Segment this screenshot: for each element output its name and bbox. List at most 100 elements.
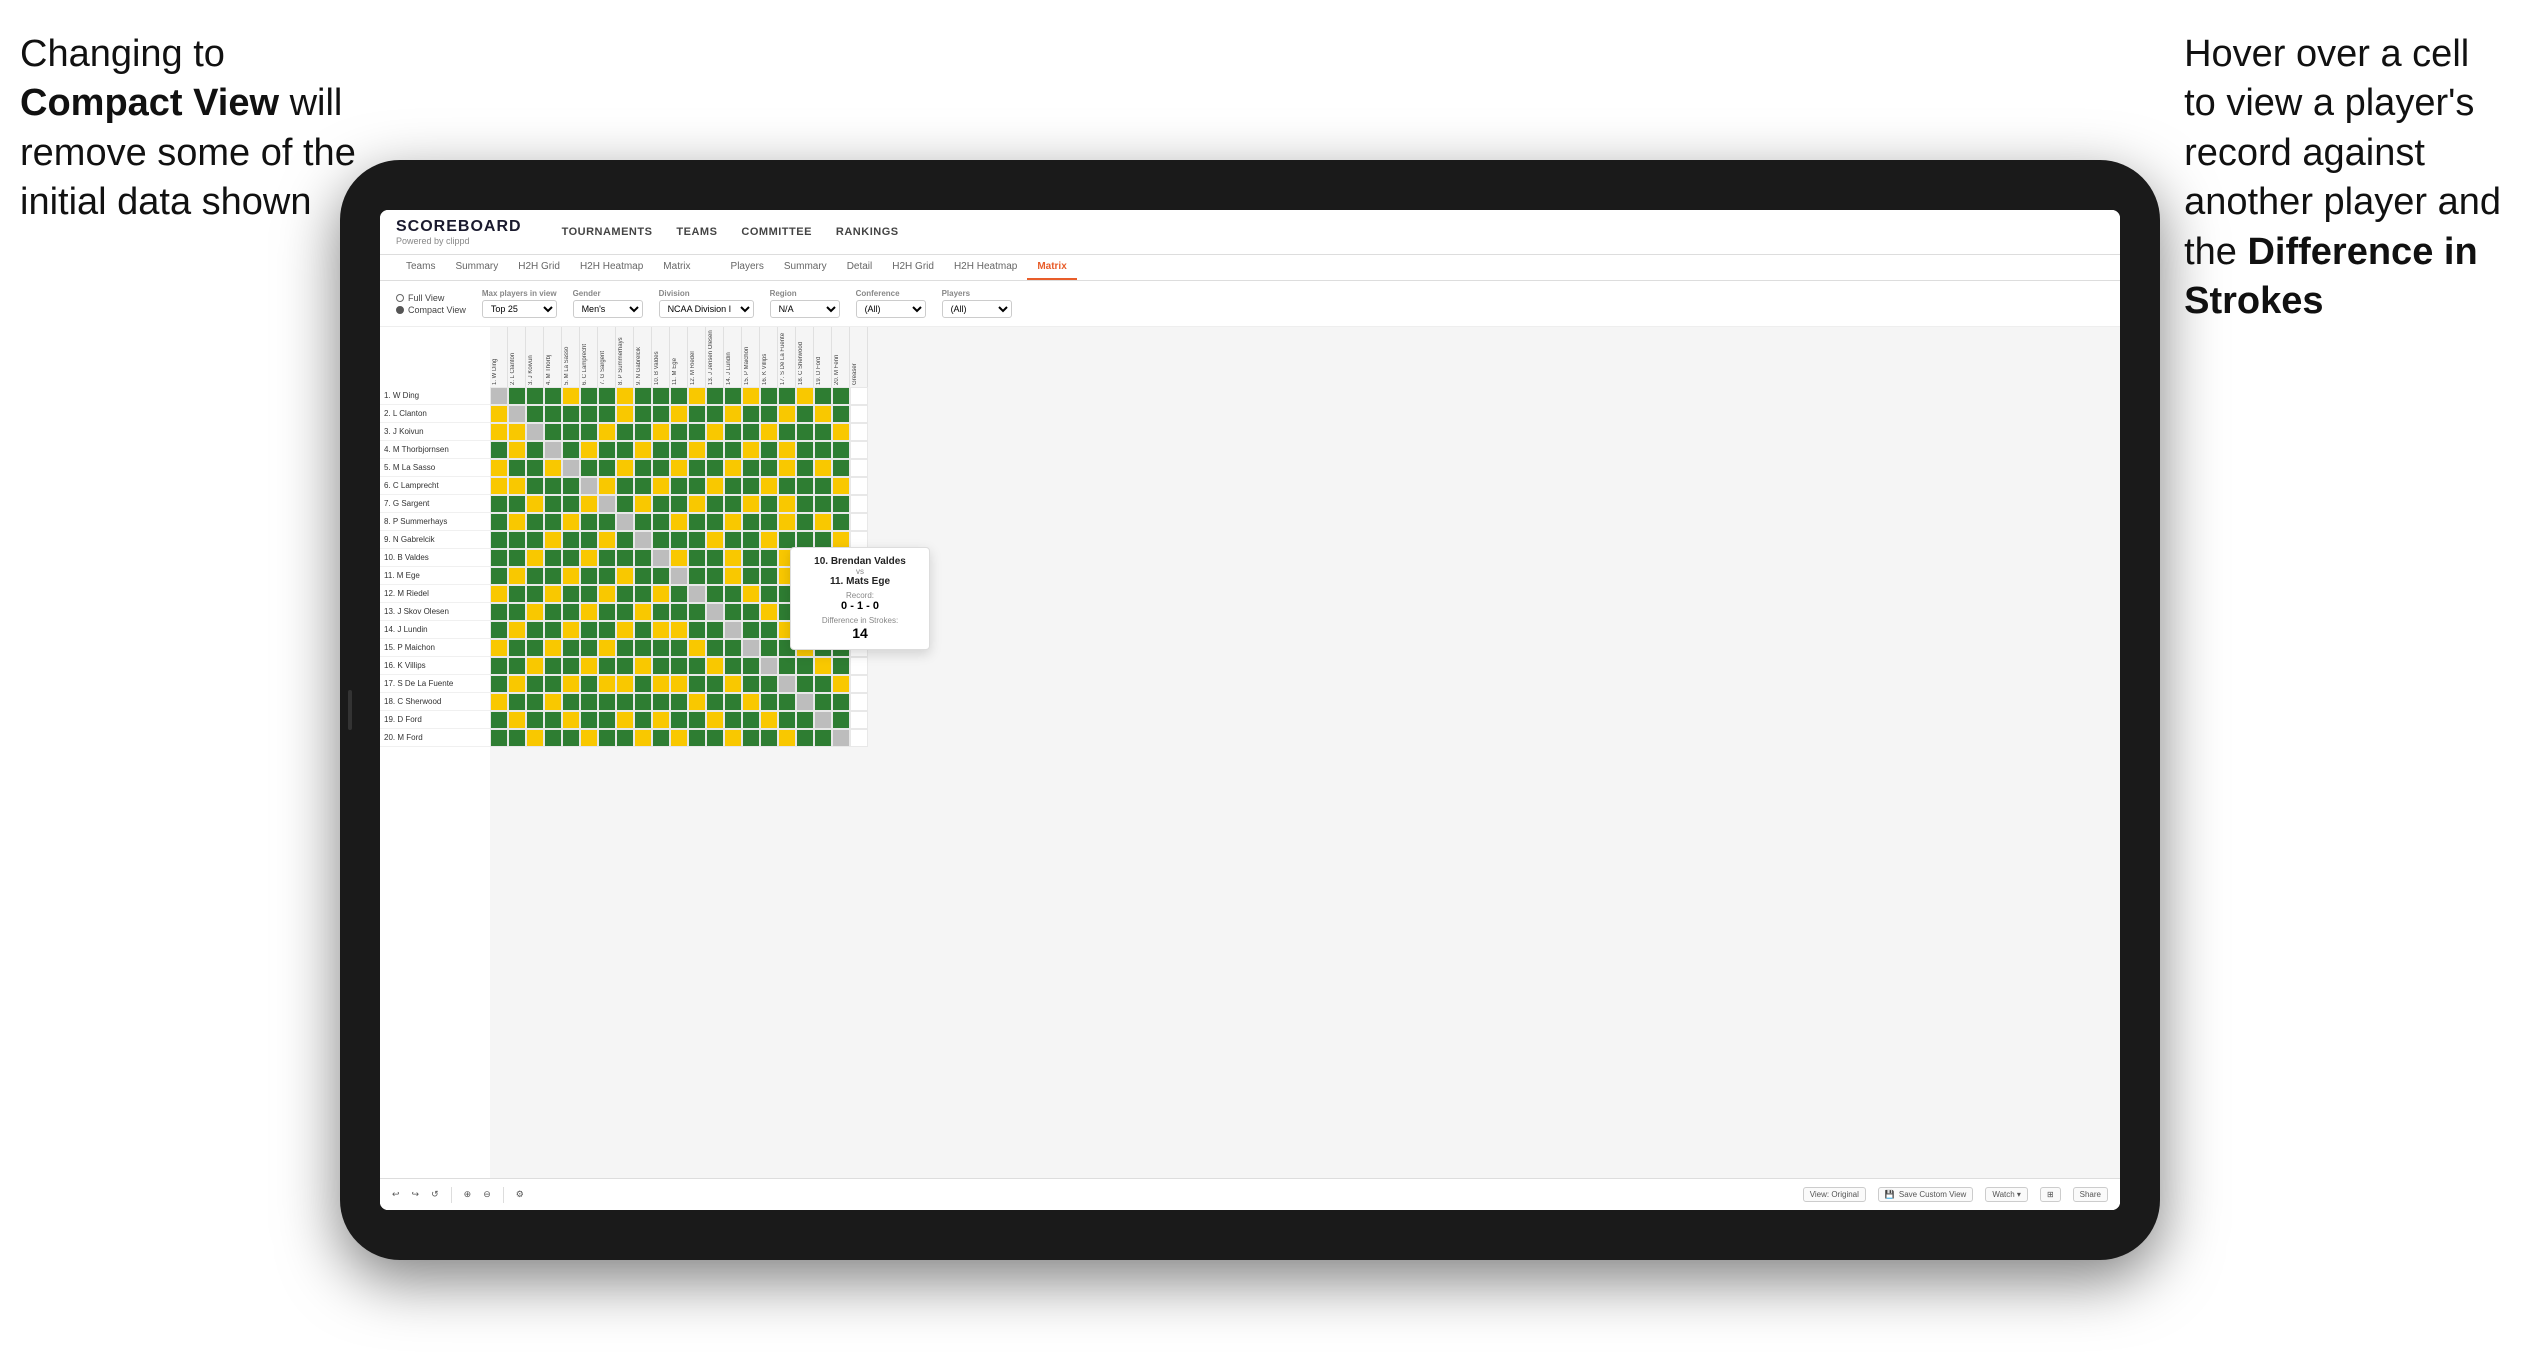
grid-cell[interactable]: [832, 693, 850, 711]
grid-cell[interactable]: [526, 423, 544, 441]
grid-cell[interactable]: [526, 441, 544, 459]
tab-h2h-heatmap[interactable]: H2H Heatmap: [570, 255, 653, 280]
grid-cell[interactable]: [634, 423, 652, 441]
grid-cell[interactable]: [778, 675, 796, 693]
grid-cell[interactable]: [508, 441, 526, 459]
grid-cell[interactable]: [832, 495, 850, 513]
grid-cell[interactable]: [814, 477, 832, 495]
grid-cell[interactable]: [616, 405, 634, 423]
grid-cell[interactable]: [526, 387, 544, 405]
grid-cell[interactable]: [832, 477, 850, 495]
grid-cell[interactable]: [688, 603, 706, 621]
grid-cell[interactable]: [652, 729, 670, 747]
tab-matrix-1[interactable]: Matrix: [653, 255, 700, 280]
grid-cell[interactable]: [616, 675, 634, 693]
grid-cell[interactable]: [544, 531, 562, 549]
grid-cell[interactable]: [598, 729, 616, 747]
grid-cell[interactable]: [796, 405, 814, 423]
grid-cell[interactable]: [796, 423, 814, 441]
grid-cell[interactable]: [778, 441, 796, 459]
grid-cell[interactable]: [778, 711, 796, 729]
grid-cell[interactable]: [724, 693, 742, 711]
grid-cell[interactable]: [760, 549, 778, 567]
grid-cell[interactable]: [652, 657, 670, 675]
nav-committee[interactable]: COMMITTEE: [741, 226, 812, 238]
grid-cell[interactable]: [616, 477, 634, 495]
grid-cell[interactable]: [670, 603, 688, 621]
grid-cell[interactable]: [544, 693, 562, 711]
tab-h2h-grid[interactable]: H2H Grid: [508, 255, 570, 280]
grid-cell[interactable]: [490, 549, 508, 567]
grid-cell[interactable]: [814, 387, 832, 405]
grid-cell[interactable]: [490, 405, 508, 423]
compact-view-option[interactable]: Compact View: [396, 305, 466, 315]
grid-cell[interactable]: [652, 567, 670, 585]
grid-cell[interactable]: [634, 567, 652, 585]
grid-cell[interactable]: [832, 459, 850, 477]
grid-cell[interactable]: [544, 621, 562, 639]
grid-cell[interactable]: [688, 423, 706, 441]
grid-cell[interactable]: [724, 603, 742, 621]
grid-cell[interactable]: [760, 441, 778, 459]
grid-cell[interactable]: [544, 477, 562, 495]
grid-cell[interactable]: [616, 549, 634, 567]
grid-cell[interactable]: [562, 603, 580, 621]
grid-cell[interactable]: [688, 531, 706, 549]
nav-teams[interactable]: TEAMS: [676, 226, 717, 238]
grid-cell[interactable]: [562, 621, 580, 639]
share-button[interactable]: Share: [2073, 1187, 2108, 1202]
grid-cell[interactable]: [688, 477, 706, 495]
grid-cell[interactable]: [688, 657, 706, 675]
nav-tournaments[interactable]: TOURNAMENTS: [562, 226, 653, 238]
grid-cell[interactable]: [742, 675, 760, 693]
grid-cell[interactable]: [670, 639, 688, 657]
grid-cell[interactable]: [616, 603, 634, 621]
grid-cell[interactable]: [544, 423, 562, 441]
grid-cell[interactable]: [508, 405, 526, 423]
grid-cell[interactable]: [778, 405, 796, 423]
grid-cell[interactable]: [688, 459, 706, 477]
grid-cell[interactable]: [850, 495, 868, 513]
grid-cell[interactable]: [742, 405, 760, 423]
grid-cell[interactable]: [562, 441, 580, 459]
grid-cell[interactable]: [616, 459, 634, 477]
grid-cell[interactable]: [616, 567, 634, 585]
grid-cell[interactable]: [490, 585, 508, 603]
grid-cell[interactable]: [508, 621, 526, 639]
grid-cell[interactable]: [616, 495, 634, 513]
grid-cell[interactable]: [796, 477, 814, 495]
grid-cell[interactable]: [760, 567, 778, 585]
grid-cell[interactable]: [598, 441, 616, 459]
grid-cell[interactable]: [670, 495, 688, 513]
grid-cell[interactable]: [526, 477, 544, 495]
grid-cell[interactable]: [508, 693, 526, 711]
grid-cell[interactable]: [652, 405, 670, 423]
grid-cell[interactable]: [580, 459, 598, 477]
grid-cell[interactable]: [562, 423, 580, 441]
grid-cell[interactable]: [490, 657, 508, 675]
grid-cell[interactable]: [850, 477, 868, 495]
grid-cell[interactable]: [598, 405, 616, 423]
grid-cell[interactable]: [742, 531, 760, 549]
division-select[interactable]: NCAA Division I: [659, 300, 754, 318]
grid-cell[interactable]: [544, 549, 562, 567]
grid-cell[interactable]: [742, 495, 760, 513]
grid-cell[interactable]: [490, 729, 508, 747]
grid-cell[interactable]: [634, 459, 652, 477]
grid-cell[interactable]: [652, 711, 670, 729]
grid-cell[interactable]: [688, 693, 706, 711]
grid-cell[interactable]: [850, 441, 868, 459]
grid-cell[interactable]: [688, 513, 706, 531]
tab-summary[interactable]: Summary: [445, 255, 508, 280]
grid-cell[interactable]: [778, 513, 796, 531]
grid-cell[interactable]: [508, 387, 526, 405]
grid-cell[interactable]: [616, 657, 634, 675]
grid-cell[interactable]: [742, 603, 760, 621]
undo-icon[interactable]: ↩: [392, 1189, 400, 1200]
grid-cell[interactable]: [526, 711, 544, 729]
grid-cell[interactable]: [544, 729, 562, 747]
grid-cell[interactable]: [706, 639, 724, 657]
grid-cell[interactable]: [598, 657, 616, 675]
grid-cell[interactable]: [616, 639, 634, 657]
grid-cell[interactable]: [580, 567, 598, 585]
